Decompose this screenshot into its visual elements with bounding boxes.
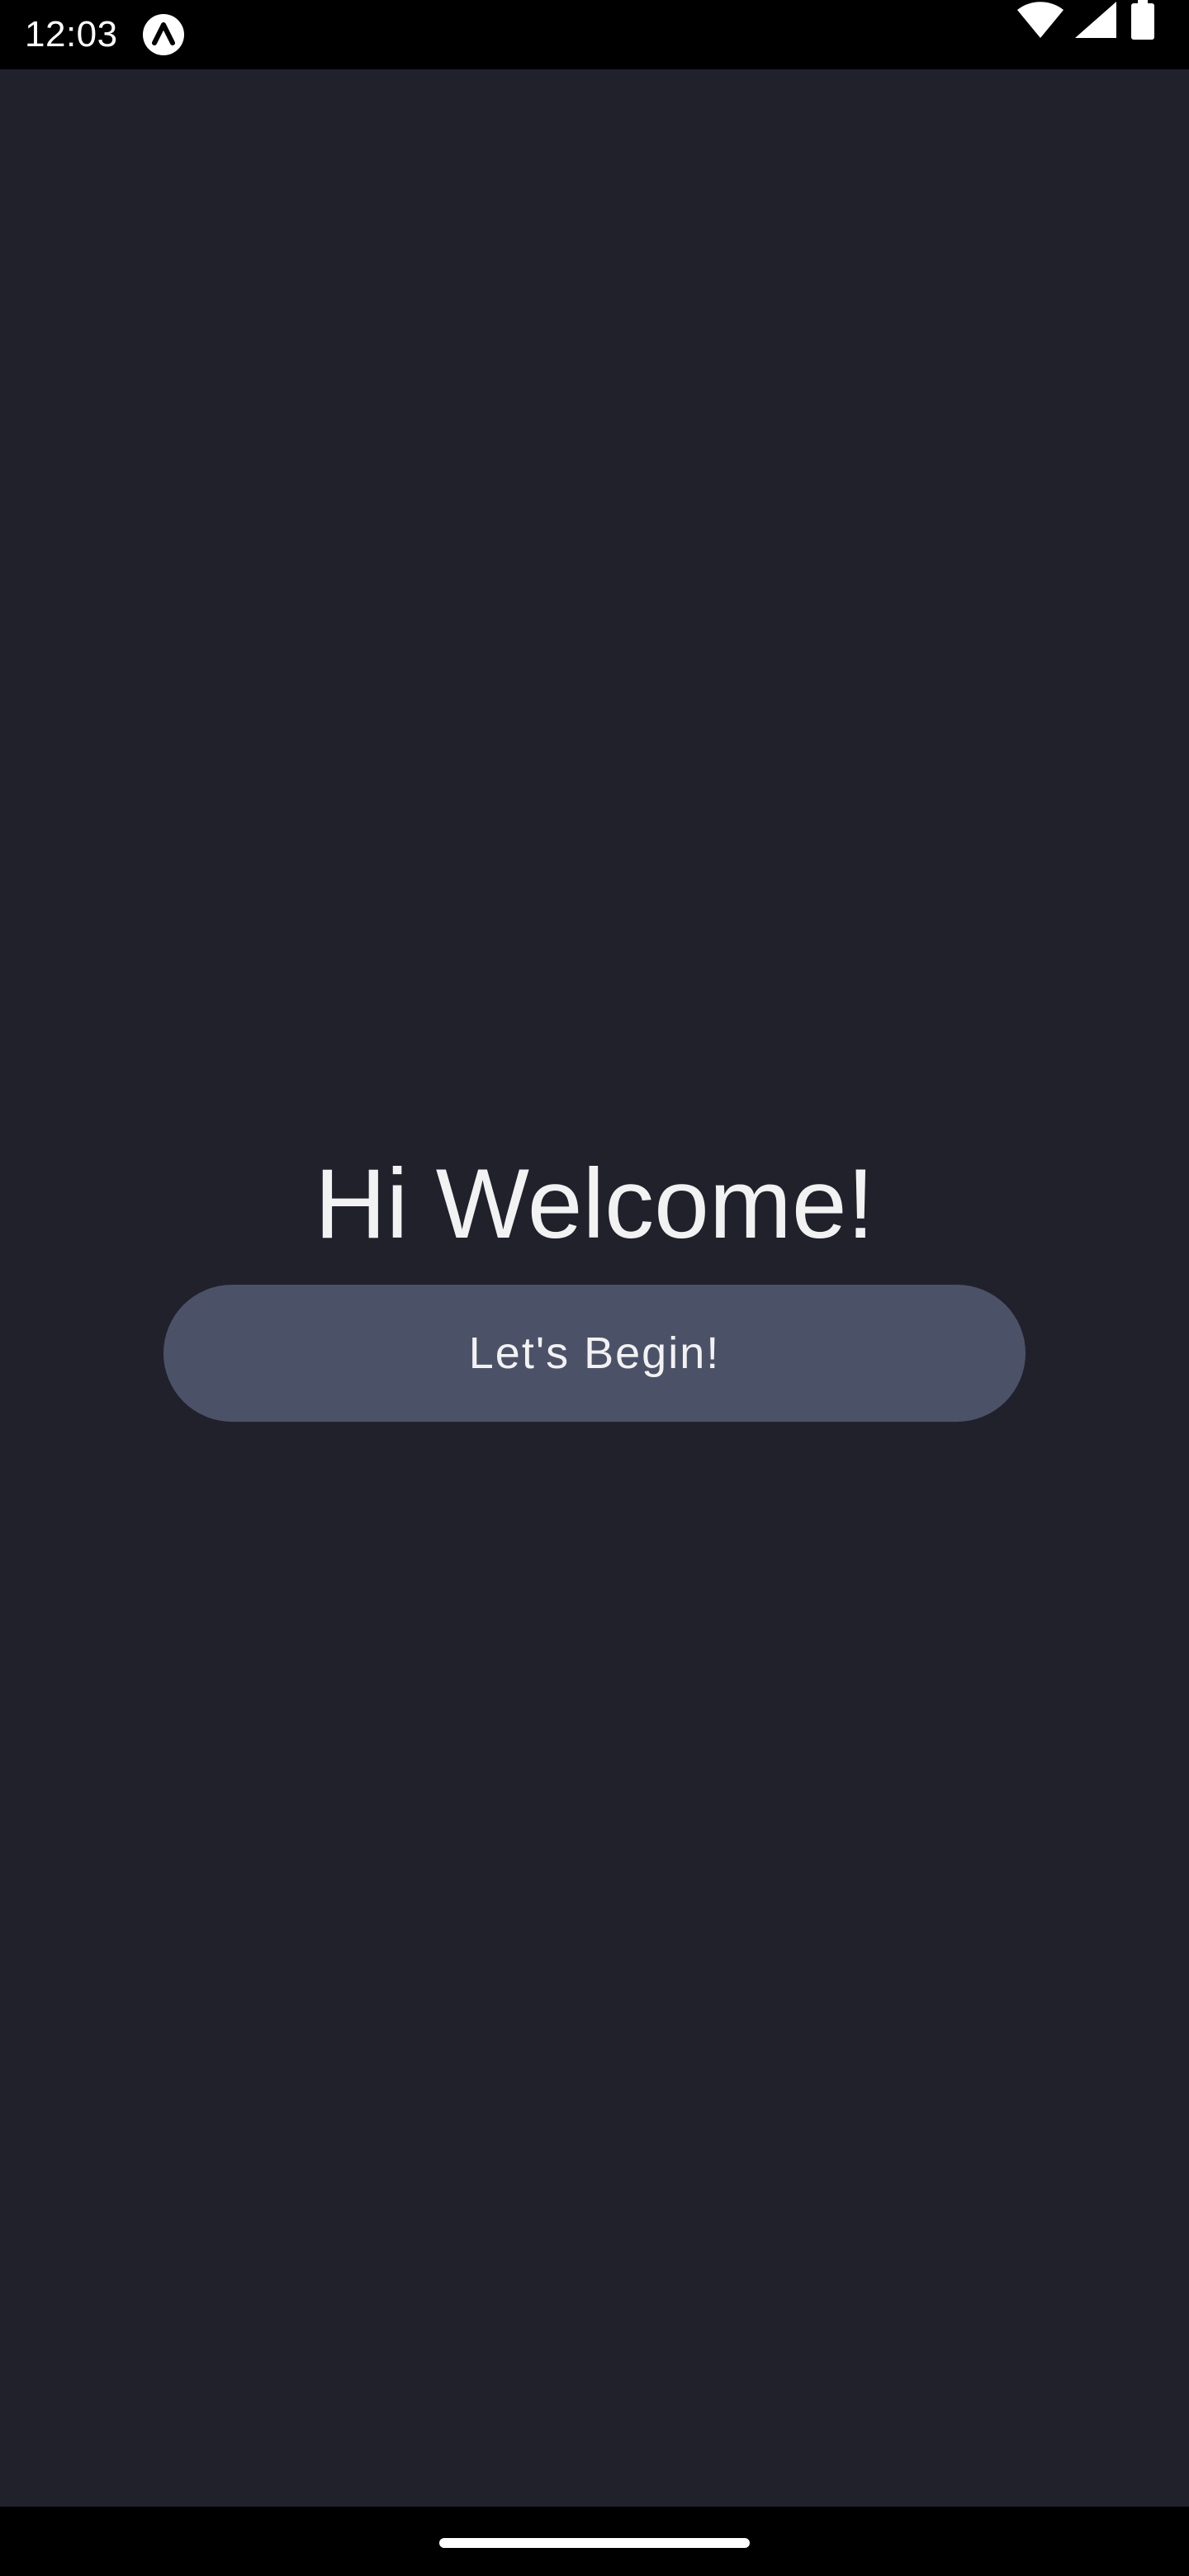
welcome-title: Hi Welcome! (315, 1148, 874, 1259)
battery-icon (1131, 0, 1154, 40)
home-indicator[interactable] (439, 2538, 750, 2548)
signal-icon (1075, 2, 1116, 38)
status-bar: 12:03 (0, 0, 1189, 69)
begin-button[interactable]: Let's Begin! (163, 1285, 1026, 1422)
navigation-bar (0, 2507, 1189, 2576)
wifi-icon (1017, 2, 1063, 38)
status-time: 12:03 (25, 14, 118, 54)
app-screen: 12:03 Hi Welcome! Let's Begin! (0, 0, 1189, 2576)
app-notification-icon (143, 14, 184, 55)
